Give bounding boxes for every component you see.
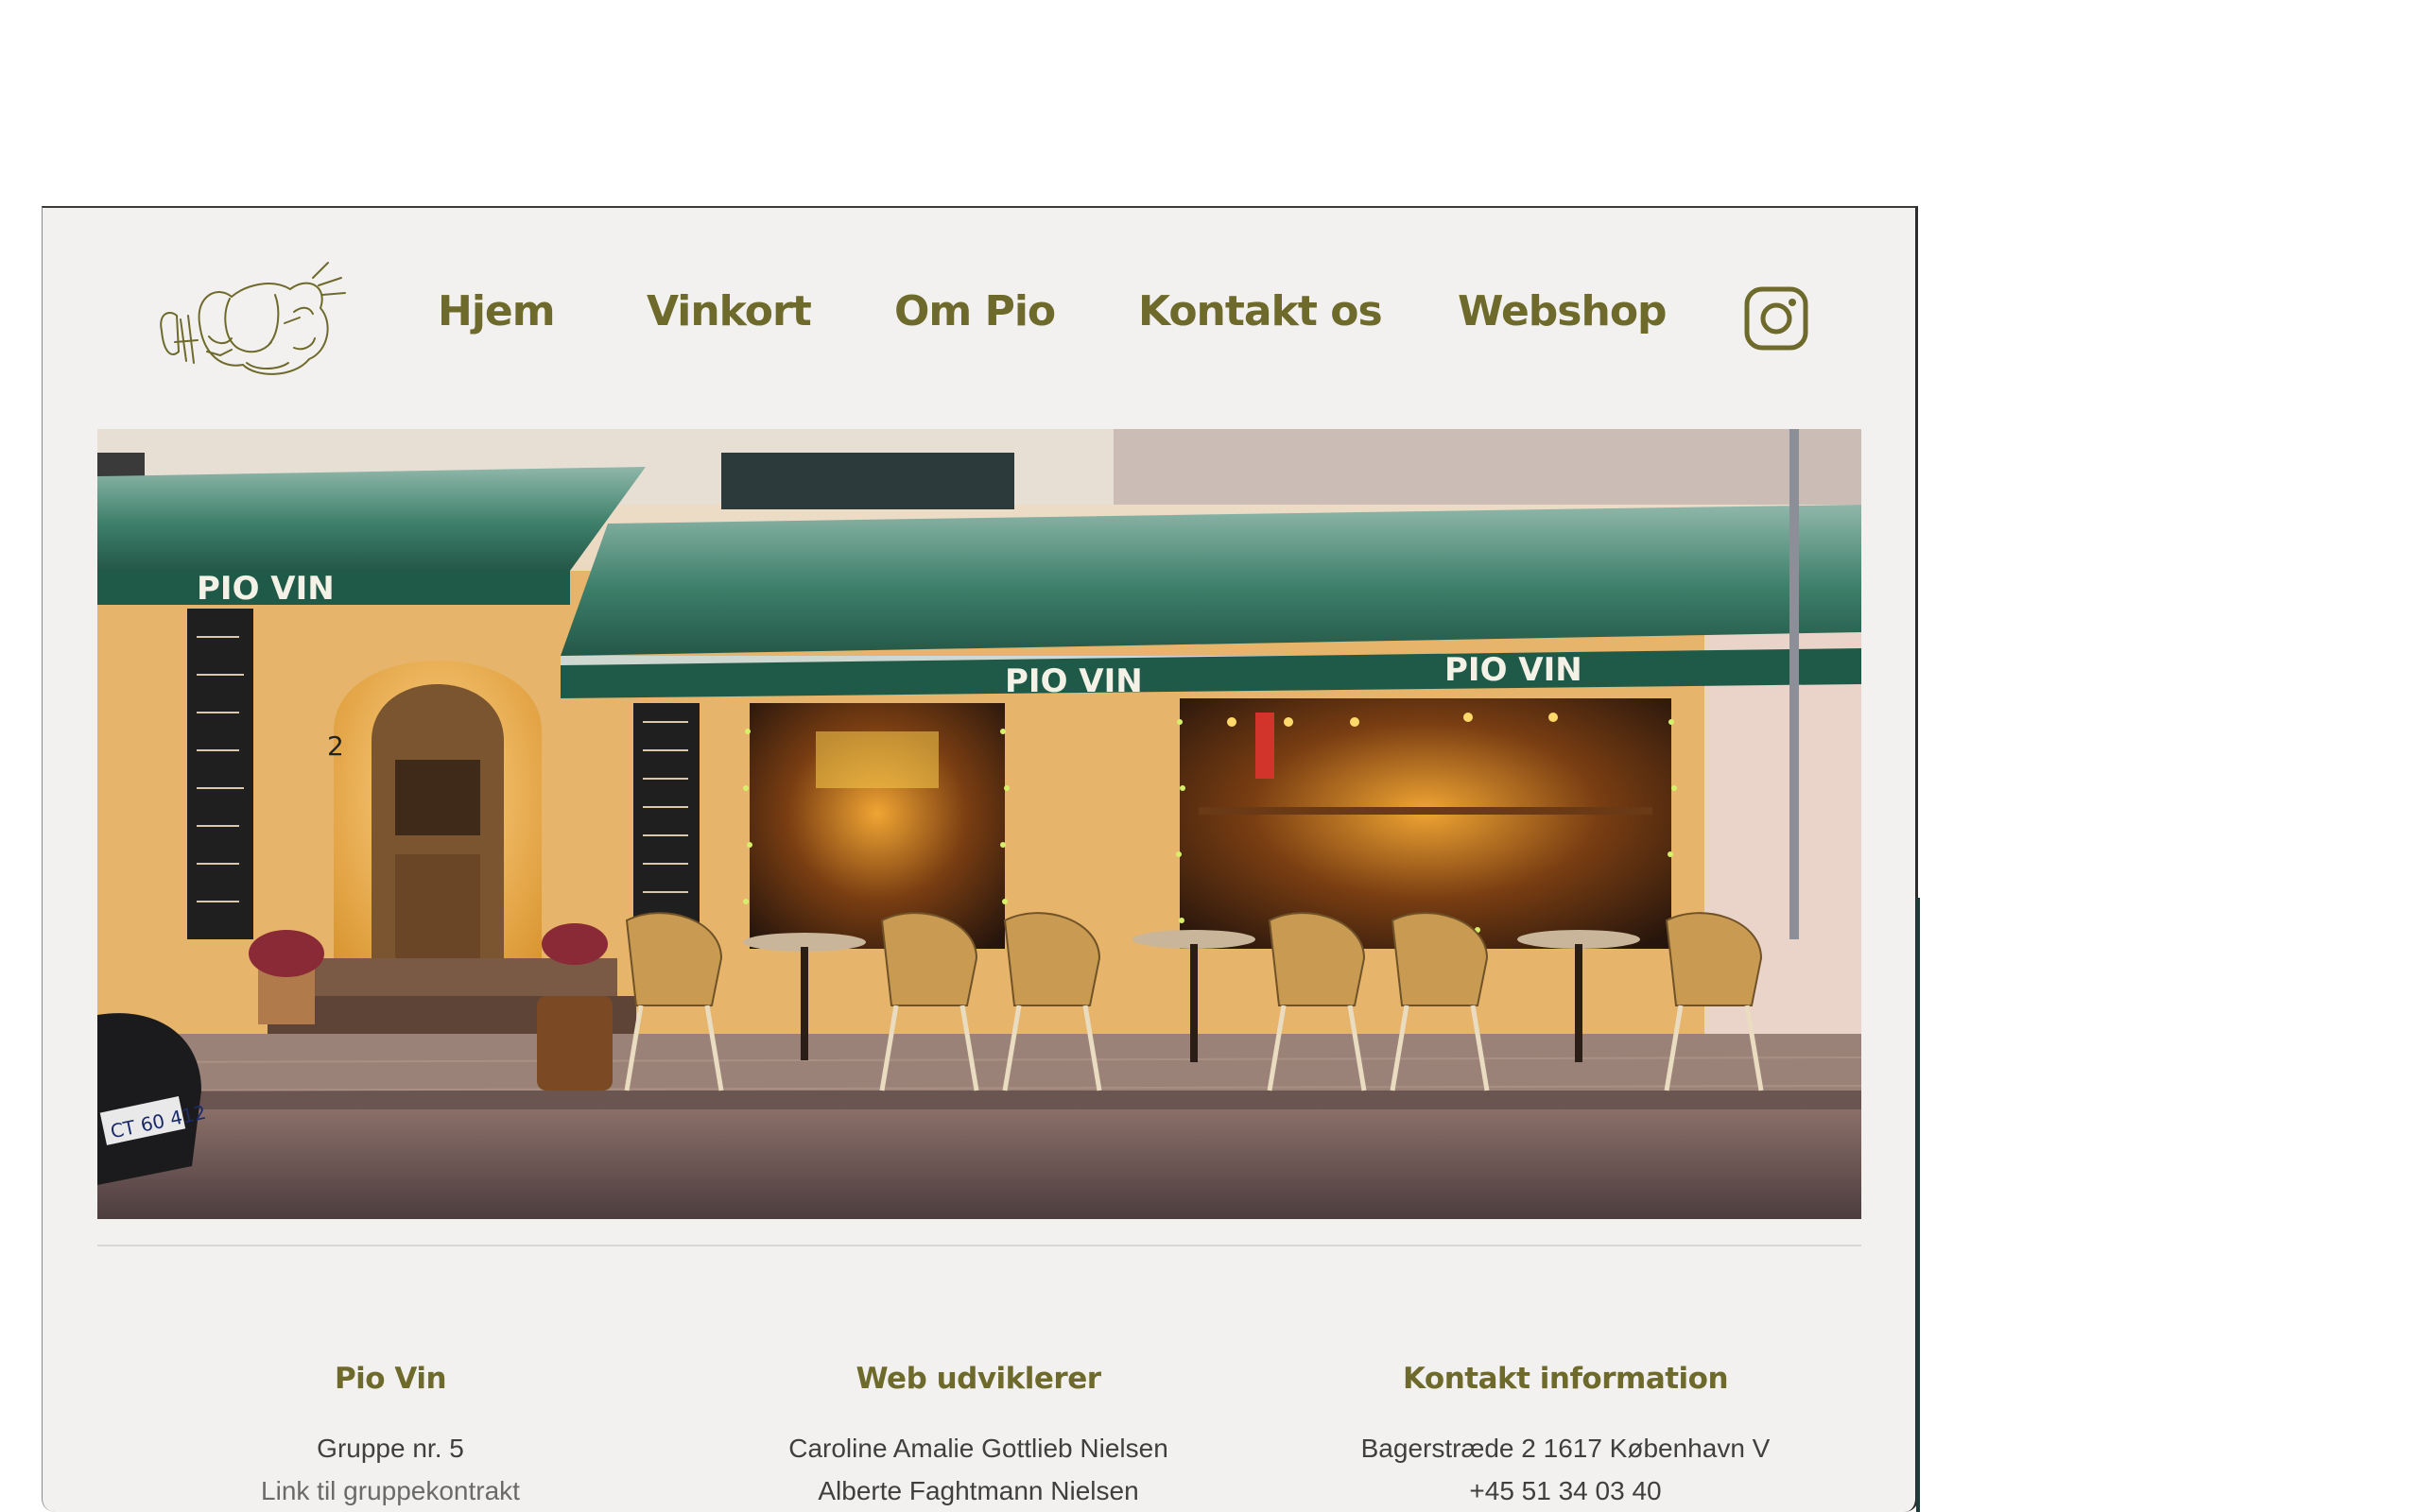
house-number: 2 bbox=[327, 730, 344, 762]
group-contract-link[interactable]: Link til gruppekontrakt bbox=[107, 1469, 674, 1512]
footer-heading: Pio Vin bbox=[334, 1362, 447, 1396]
nav-vinkort[interactable]: Vinkort bbox=[647, 287, 812, 335]
browser-window: Hjem Vinkort Om Pio Kontakt os Webshop P… bbox=[42, 206, 1918, 1512]
footer-col-contact: Kontakt information Bagerstræde 2 1617 K… bbox=[1282, 1359, 1849, 1512]
nav-hjem[interactable]: Hjem bbox=[438, 287, 556, 335]
footer-col-developers: Web udviklerer Caroline Amalie Gottlieb … bbox=[695, 1359, 1262, 1512]
hero-image: PIO VIN PIO VIN PIO VIN 2 CT 60 412 bbox=[97, 429, 1861, 1219]
nav-webshop[interactable]: Webshop bbox=[1458, 287, 1668, 335]
awning-sign-center: PIO VIN bbox=[1005, 662, 1143, 700]
footer-heading: Web udviklerer bbox=[856, 1362, 1101, 1396]
pio-logo[interactable] bbox=[152, 257, 351, 380]
footer-col-pio-vin: Pio Vin Gruppe nr. 5 Link til gruppekont… bbox=[107, 1359, 674, 1512]
contact-phone[interactable]: +45 51 34 03 40 bbox=[1282, 1469, 1849, 1512]
nav-om-pio[interactable]: Om Pio bbox=[894, 287, 1056, 335]
instagram-icon[interactable] bbox=[1743, 285, 1809, 352]
section-divider bbox=[97, 1245, 1861, 1246]
nav-kontakt-os[interactable]: Kontakt os bbox=[1138, 287, 1383, 335]
developer-name: Caroline Amalie Gottlieb Nielsen bbox=[788, 1434, 1168, 1463]
footer-group-number: Gruppe nr. 5 bbox=[317, 1434, 464, 1463]
footer-heading: Kontakt information bbox=[1402, 1362, 1729, 1396]
awning-sign-left: PIO VIN bbox=[197, 570, 335, 608]
developer-name: Alberte Faghtmann Nielsen bbox=[818, 1476, 1139, 1505]
awning-sign-right: PIO VIN bbox=[1444, 651, 1582, 689]
window-edge-shadow bbox=[1916, 898, 1920, 1512]
contact-address: Bagerstræde 2 1617 København V bbox=[1360, 1434, 1771, 1463]
